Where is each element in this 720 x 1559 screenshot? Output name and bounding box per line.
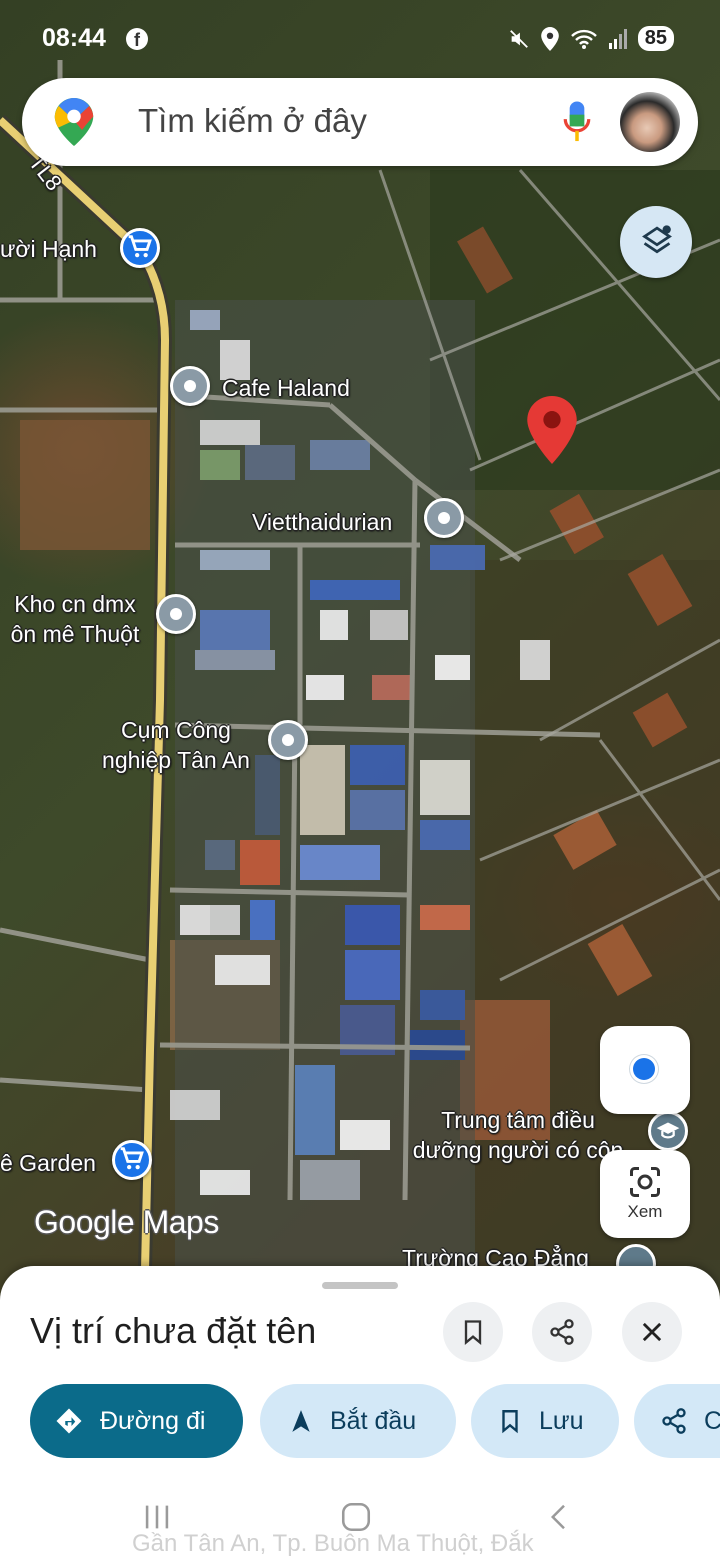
shopping-cart-icon[interactable]: [112, 1140, 152, 1180]
directions-label: Đường đi: [100, 1406, 206, 1435]
lens-view-button[interactable]: Xem: [600, 1150, 690, 1238]
google-maps-logo: Google Maps: [34, 1204, 219, 1240]
share-icon: [550, 1319, 574, 1345]
poi-label-kho[interactable]: Kho cn dmx ôn mê Thuột: [0, 589, 150, 649]
start-label: Bắt đầu: [330, 1406, 417, 1435]
share-button[interactable]: [532, 1302, 592, 1362]
share-chip-button[interactable]: C: [634, 1384, 720, 1458]
status-time: 08:44: [42, 24, 106, 52]
status-icons: 85: [508, 26, 674, 51]
back-icon[interactable]: [544, 1500, 574, 1534]
close-button[interactable]: [622, 1302, 682, 1362]
save-label: Lưu: [539, 1406, 584, 1435]
action-chips: Đường đi Bắt đầu Lưu C: [30, 1384, 720, 1460]
poi-pin-cafe[interactable]: [170, 366, 210, 406]
home-icon[interactable]: [338, 1500, 374, 1534]
layers-icon: [642, 225, 672, 254]
shopping-cart-icon[interactable]: [120, 228, 160, 268]
lens-view-label: Xem: [627, 1202, 663, 1221]
google-maps-pin-icon: [54, 98, 94, 146]
battery-indicator: 85: [637, 26, 674, 51]
poi-label-shop-top[interactable]: ười Hạnh: [0, 234, 97, 264]
avatar[interactable]: [620, 92, 680, 152]
wifi-icon: [570, 29, 597, 49]
poi-label-kho-line2: ôn mê Thuột: [10, 621, 140, 647]
search-bar[interactable]: Tìm kiếm ở đây: [22, 78, 698, 166]
location-icon: [540, 26, 559, 51]
poi-label-cum-line2: nghiệp Tân An: [102, 747, 250, 773]
save-button[interactable]: Lưu: [471, 1384, 619, 1458]
facebook-icon: f: [126, 28, 148, 50]
camera-lens-icon: [630, 1167, 660, 1197]
poi-label-vietthai[interactable]: Vietthaidurian: [252, 507, 392, 537]
place-title: Vị trí chưa đặt tên: [30, 1310, 317, 1351]
graduation-cap-icon[interactable]: [648, 1111, 688, 1151]
bookmark-icon: [502, 1410, 518, 1434]
poi-label-cum-line1: Cụm Công: [121, 717, 231, 743]
navigation-arrow-icon: [292, 1410, 310, 1432]
poi-pin-kho[interactable]: [156, 594, 196, 634]
poi-label-garden[interactable]: ê Garden: [0, 1148, 96, 1178]
system-nav-bar: [0, 1490, 720, 1559]
bookmark-icon: [464, 1320, 482, 1345]
directions-button[interactable]: Đường đi: [30, 1384, 243, 1458]
layers-button[interactable]: [620, 206, 692, 278]
poi-pin-cum-cong-nghiep[interactable]: [268, 720, 308, 760]
directions-icon: [56, 1408, 82, 1434]
poi-pin-vietthai[interactable]: [424, 498, 464, 538]
status-bar: 08:44 f 85: [0, 20, 720, 60]
drag-handle[interactable]: [322, 1282, 398, 1289]
signal-icon: [608, 28, 627, 49]
start-navigation-button[interactable]: Bắt đầu: [260, 1384, 456, 1458]
dropped-pin-icon[interactable]: [527, 396, 577, 464]
search-input[interactable]: Tìm kiếm ở đây: [138, 102, 367, 140]
close-icon: [642, 1322, 662, 1342]
poi-label-kho-line1: Kho cn dmx: [14, 591, 136, 617]
bookmark-button[interactable]: [443, 1302, 503, 1362]
poi-label-cafe[interactable]: Cafe Haland: [222, 373, 350, 403]
share-chip-label: C: [704, 1406, 720, 1435]
my-location-button[interactable]: [600, 1026, 690, 1114]
mic-icon[interactable]: [562, 100, 592, 144]
mute-icon: [509, 29, 528, 48]
recent-apps-icon[interactable]: [140, 1500, 174, 1534]
poi-label-cum-cong-nghiep[interactable]: Cụm Công nghiệp Tân An: [86, 715, 266, 775]
share-icon: [662, 1408, 686, 1434]
